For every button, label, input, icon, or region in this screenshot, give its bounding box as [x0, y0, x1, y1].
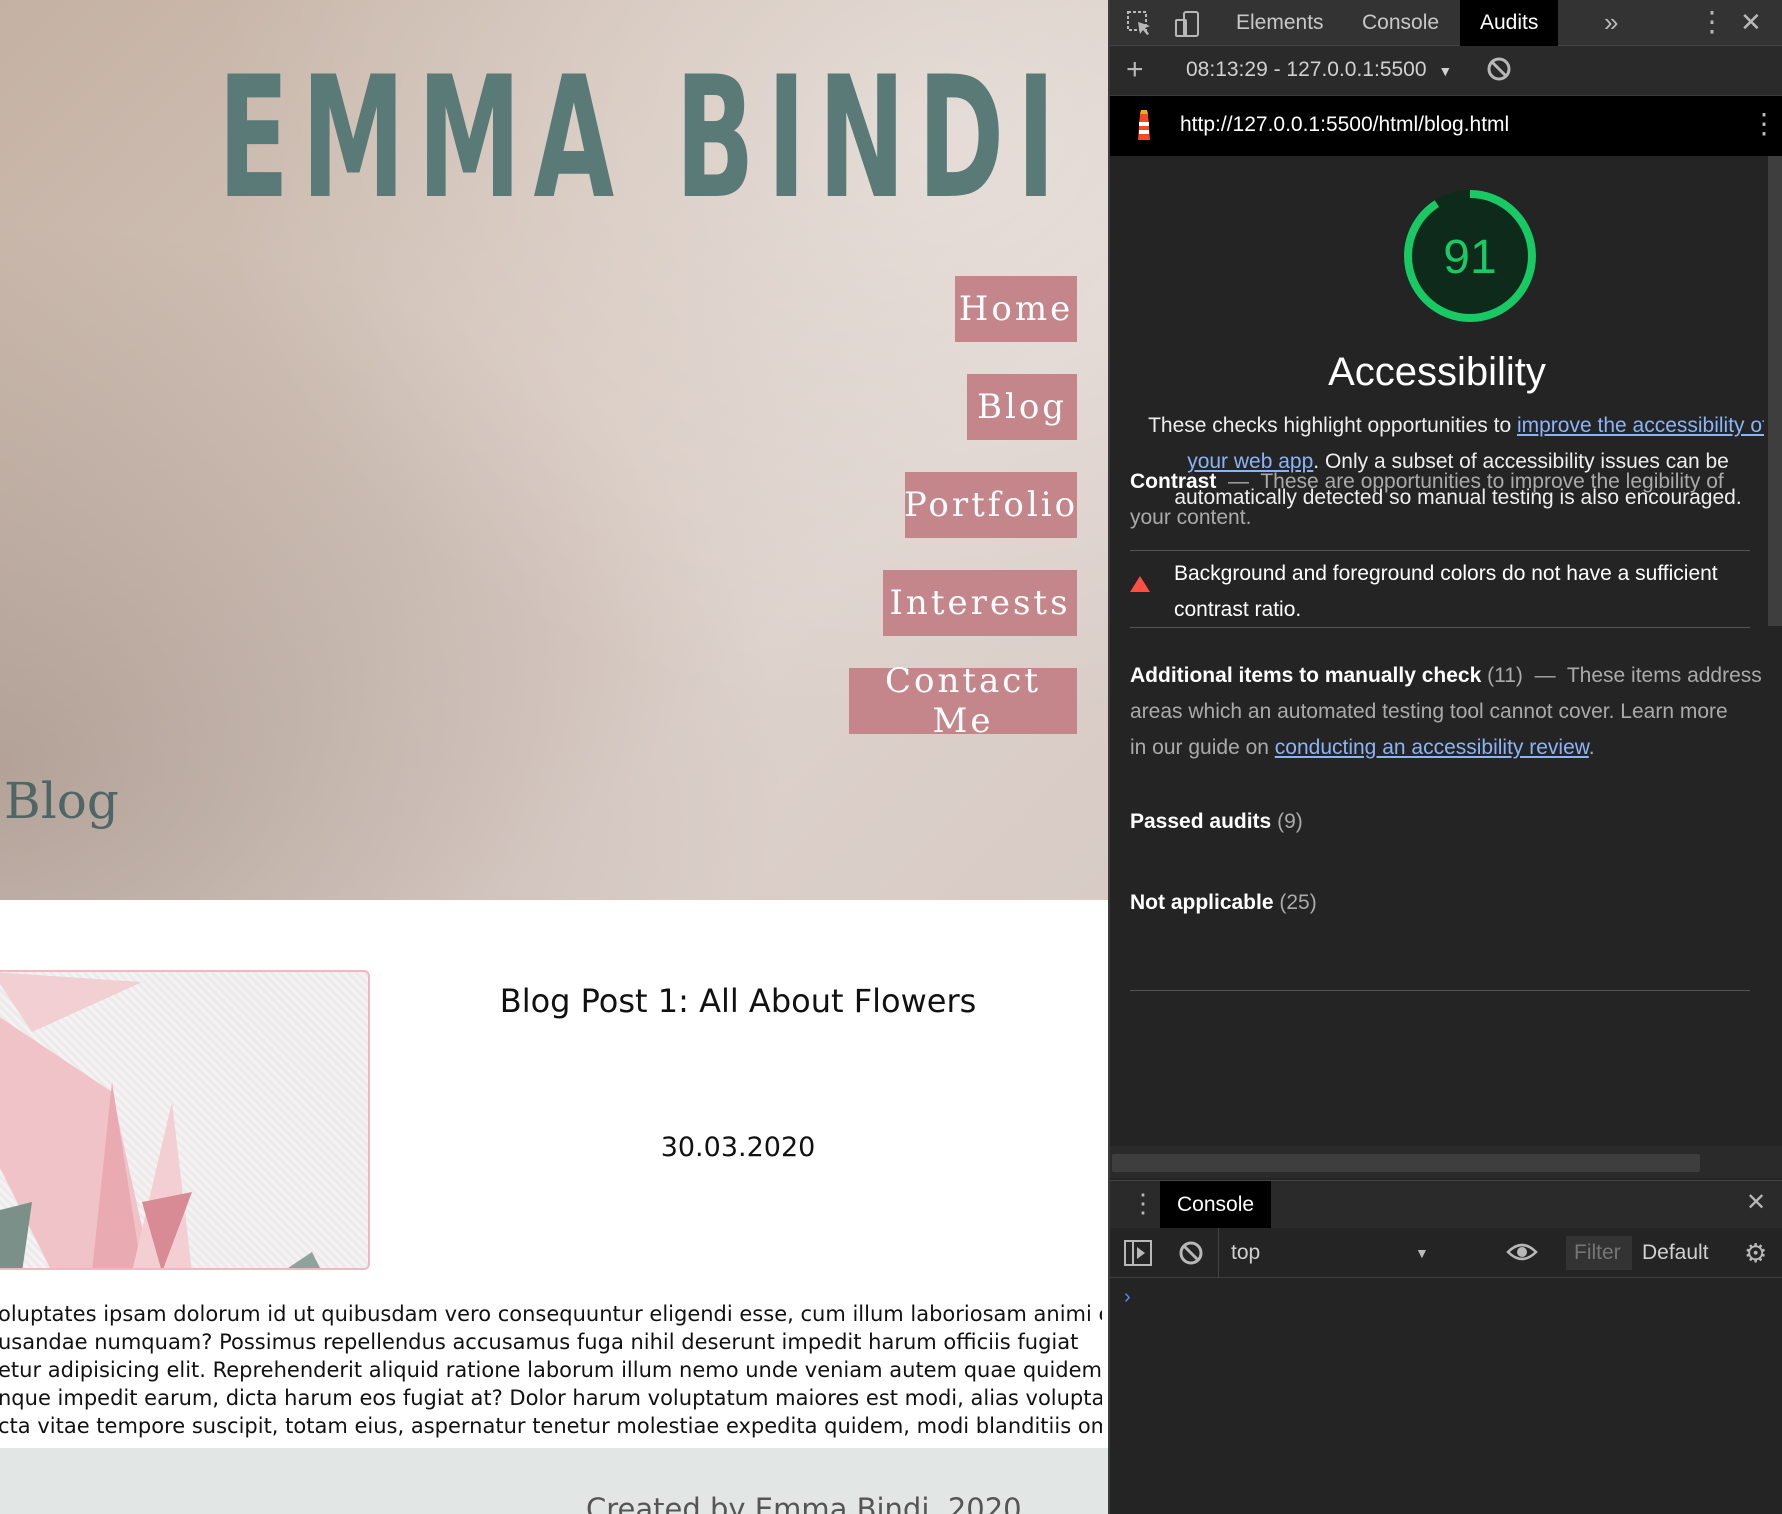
contrast-group[interactable]: Contrast — These are opportunities to im… — [1130, 464, 1770, 536]
post-date: 30.03.2020 — [660, 1132, 816, 1163]
horizontal-scrollbar[interactable] — [1110, 1146, 1782, 1178]
close-drawer-icon[interactable]: ✕ — [1746, 1191, 1766, 1215]
close-devtools-icon[interactable]: ✕ — [1740, 9, 1762, 35]
chevron-down-icon: ▼ — [1415, 1245, 1429, 1261]
accessibility-review-link[interactable]: conducting an accessibility review — [1275, 736, 1589, 759]
drawer-tabbar: ⋮ Console ✕ — [1110, 1180, 1782, 1229]
site-footer: Created by Emma Bindi, 2020 — [0, 1448, 1108, 1514]
console-toolbar: top ▼ Default levels ⚙ — [1110, 1228, 1782, 1278]
improve-accessibility-link[interactable]: improve the accessibility of — [1517, 414, 1768, 437]
clear-reports-icon[interactable] — [1486, 56, 1512, 86]
manual-description: in our guide on — [1130, 736, 1275, 759]
inspect-element-icon[interactable] — [1126, 10, 1154, 42]
passed-audits-group[interactable]: Passed audits (9) — [1130, 804, 1770, 840]
contrast-dash: — — [1228, 470, 1250, 493]
gear-icon[interactable]: ⚙ — [1744, 1240, 1767, 1266]
post-body-line: usandae numquam? Possimus repellendus ac… — [0, 1330, 1079, 1354]
scrollbar-thumb[interactable] — [1112, 1154, 1700, 1172]
device-toolbar-icon[interactable] — [1174, 10, 1202, 42]
chevron-down-icon: ▼ — [1438, 63, 1453, 79]
console-prompt-icon: › — [1124, 1286, 1131, 1308]
contrast-label: Contrast — [1130, 470, 1217, 493]
drawer-tab-console[interactable]: Console — [1160, 1181, 1272, 1229]
context-selector[interactable]: top ▼ — [1218, 1228, 1438, 1278]
divider — [1130, 627, 1750, 628]
lighthouse-icon — [1134, 110, 1154, 147]
nav-home-button[interactable]: Home — [955, 276, 1077, 342]
report-selector[interactable]: 08:13:29 - 127.0.0.1:5500 ▼ — [1186, 58, 1452, 82]
devtools-toolbar: Elements Console Audits » ⋮ ✕ — [1110, 0, 1782, 46]
website-viewport: EMMA BINDI Home Blog Portfolio Interests… — [0, 0, 1108, 1514]
contrast-description: These are opportunities to improve the l… — [1260, 470, 1724, 493]
hero-banner: EMMA BINDI Home Blog Portfolio Interests… — [0, 0, 1108, 900]
post-title: Blog Post 1: All About Flowers — [499, 982, 977, 1020]
context-value: top — [1231, 1241, 1261, 1264]
manual-description: areas which an automated testing tool ca… — [1130, 700, 1728, 723]
manual-check-group[interactable]: Additional items to manually check (11) … — [1130, 658, 1770, 766]
console-filter-input[interactable] — [1566, 1236, 1632, 1270]
audited-url: http://127.0.0.1:5500/html/blog.html — [1180, 113, 1510, 136]
report-scrollbar[interactable] — [1764, 156, 1782, 1146]
scrollbar-thumb[interactable] — [1768, 156, 1782, 626]
category-title: Accessibility — [1328, 350, 1546, 394]
blog-post: Blog Post 1: All About Flowers 30.03.202… — [0, 900, 1108, 1448]
manual-description: These items address — [1566, 664, 1762, 687]
passed-label: Passed audits — [1130, 810, 1272, 833]
page-heading: Blog — [4, 772, 119, 830]
divider — [1130, 990, 1750, 991]
post-body-line: etur adipisicing elit. Reprehenderit ali… — [0, 1358, 1102, 1382]
audit-title: Background and foreground colors do not … — [1174, 562, 1718, 585]
score-value: 91 — [1443, 231, 1497, 284]
post-image-flowers — [0, 970, 370, 1270]
console-output[interactable]: › — [1110, 1278, 1782, 1514]
new-audit-icon[interactable]: + — [1126, 55, 1144, 85]
not-applicable-group[interactable]: Not applicable (25) — [1130, 885, 1770, 921]
not-applicable-label: Not applicable — [1130, 891, 1274, 914]
audits-subbar: + 08:13:29 - 127.0.0.1:5500 ▼ — [1110, 46, 1782, 96]
manual-dash: — — [1534, 664, 1556, 687]
site-title: EMMA BINDI — [218, 40, 1068, 236]
not-applicable-count: (25) — [1279, 891, 1317, 914]
flower-illustration — [0, 972, 320, 1268]
nav-blog-button[interactable]: Blog — [967, 374, 1077, 440]
passed-count: (9) — [1277, 810, 1303, 833]
clear-console-icon[interactable] — [1178, 1240, 1204, 1270]
more-tabs-icon[interactable]: » — [1604, 9, 1618, 35]
nav-interests-button[interactable]: Interests — [883, 570, 1077, 636]
eye-icon[interactable] — [1506, 1240, 1538, 1268]
audit-url-bar: http://127.0.0.1:5500/html/blog.html ⋮ — [1110, 96, 1782, 156]
manual-count: (11) — [1487, 664, 1523, 687]
manual-period: . — [1588, 736, 1595, 759]
tab-elements[interactable]: Elements — [1216, 0, 1344, 46]
nav-portfolio-button[interactable]: Portfolio — [904, 472, 1077, 538]
nav-contact-button[interactable]: Contact Me — [849, 661, 1077, 741]
desc-text: These checks highlight opportunities to — [1148, 414, 1517, 437]
log-levels-dropdown[interactable]: Default levels — [1642, 1241, 1714, 1265]
tab-audits[interactable]: Audits — [1460, 0, 1559, 46]
footer-text: Created by Emma Bindi, 2020 — [586, 1492, 1022, 1514]
devtools-panel: Elements Console Audits » ⋮ ✕ + 08:13:29… — [1108, 0, 1782, 1514]
drawer-menu-icon[interactable]: ⋮ — [1130, 1190, 1156, 1216]
post-body-line: oluptates ipsam dolorum id ut quibusdam … — [0, 1302, 1102, 1326]
fail-triangle-icon — [1130, 576, 1150, 592]
post-body-line: cta vitae tempore suscipit, totam eius, … — [0, 1414, 1102, 1438]
divider — [1130, 550, 1750, 551]
audit-title: contrast ratio. — [1174, 598, 1302, 621]
manual-label: Additional items to manually check — [1130, 664, 1482, 687]
sidebar-toggle-icon[interactable] — [1124, 1240, 1152, 1270]
post-body-line: nque impedit earum, dicta harum eos fugi… — [0, 1386, 1102, 1410]
tab-console[interactable]: Console — [1342, 0, 1459, 46]
report-menu-icon[interactable]: ⋮ — [1750, 110, 1778, 138]
post-body: oluptates ipsam dolorum id ut quibusdam … — [0, 1300, 1102, 1440]
report-selector-label: 08:13:29 - 127.0.0.1:5500 — [1186, 58, 1427, 81]
kebab-menu-icon[interactable]: ⋮ — [1698, 8, 1726, 36]
contrast-description: your content. — [1130, 506, 1252, 529]
audit-report: 91 Accessibility These checks highlight … — [1110, 156, 1768, 1146]
